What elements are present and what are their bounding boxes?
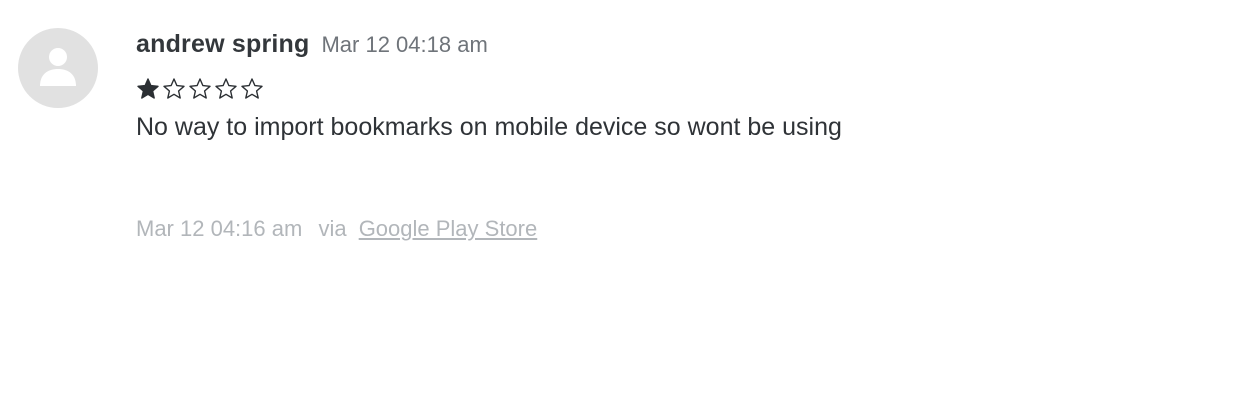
star-filled-icon (137, 78, 159, 99)
star-outline-icon (241, 78, 263, 99)
star-outline-icon (163, 78, 185, 99)
via-label: via (318, 216, 347, 241)
user-silhouette-icon (40, 48, 76, 86)
google-play-store-link[interactable]: Google Play Store (359, 216, 538, 241)
star-outline-icon (215, 78, 237, 99)
star-rating (136, 74, 842, 104)
review-date: Mar 12 04:18 am (321, 32, 488, 57)
star-outline-icon (189, 78, 211, 99)
review-text: No way to import bookmarks on mobile dev… (136, 113, 842, 141)
review-author: andrew spring (136, 30, 310, 58)
review-header: andrew spring Mar 12 04:18 am (136, 30, 842, 64)
review-footer-timestamp: Mar 12 04:16 am (136, 216, 303, 241)
review-footer: Mar 12 04:16 am via Google Play Store (136, 216, 842, 242)
review-content: andrew spring Mar 12 04:18 am No way to … (136, 28, 842, 242)
review-item: andrew spring Mar 12 04:18 am No way to … (18, 28, 1228, 242)
avatar (18, 28, 98, 108)
